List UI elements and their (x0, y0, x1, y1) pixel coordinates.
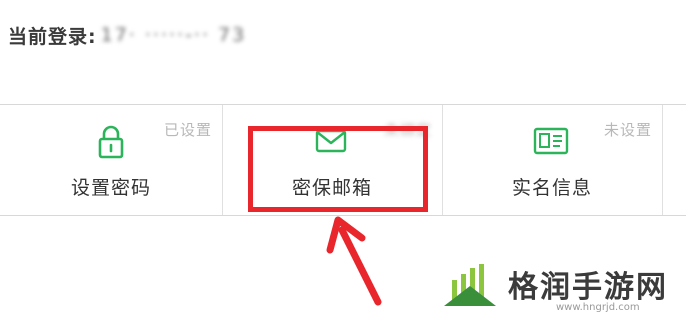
pointer-arrow-icon (326, 216, 382, 306)
lock-icon (98, 125, 124, 159)
next-card-partial[interactable] (662, 105, 686, 215)
current-login-label: 当前登录: (8, 25, 97, 48)
real-name-info-label: 实名信息 (511, 177, 592, 199)
id-card-icon (533, 127, 569, 155)
set-password-card[interactable]: 已设置 设置密码 (0, 105, 222, 215)
set-password-label: 设置密码 (70, 177, 151, 199)
current-login-phone: 17· ·····-·· 73 (100, 24, 247, 46)
watermark-title: 格润手游网 (508, 270, 668, 305)
current-login: 当前登录: 17· ·····-·· 73 (8, 20, 246, 50)
highlight-box (248, 126, 428, 212)
watermark: 格润手游网 www.hngrjd.com (438, 258, 682, 318)
set-password-status: 已设置 (163, 121, 212, 139)
watermark-logo-icon (444, 264, 496, 306)
real-name-info-status: 未设置 (603, 121, 652, 139)
watermark-url: www.hngrjd.com (556, 302, 640, 313)
real-name-info-card[interactable]: 未设置 实名信息 (442, 105, 662, 215)
